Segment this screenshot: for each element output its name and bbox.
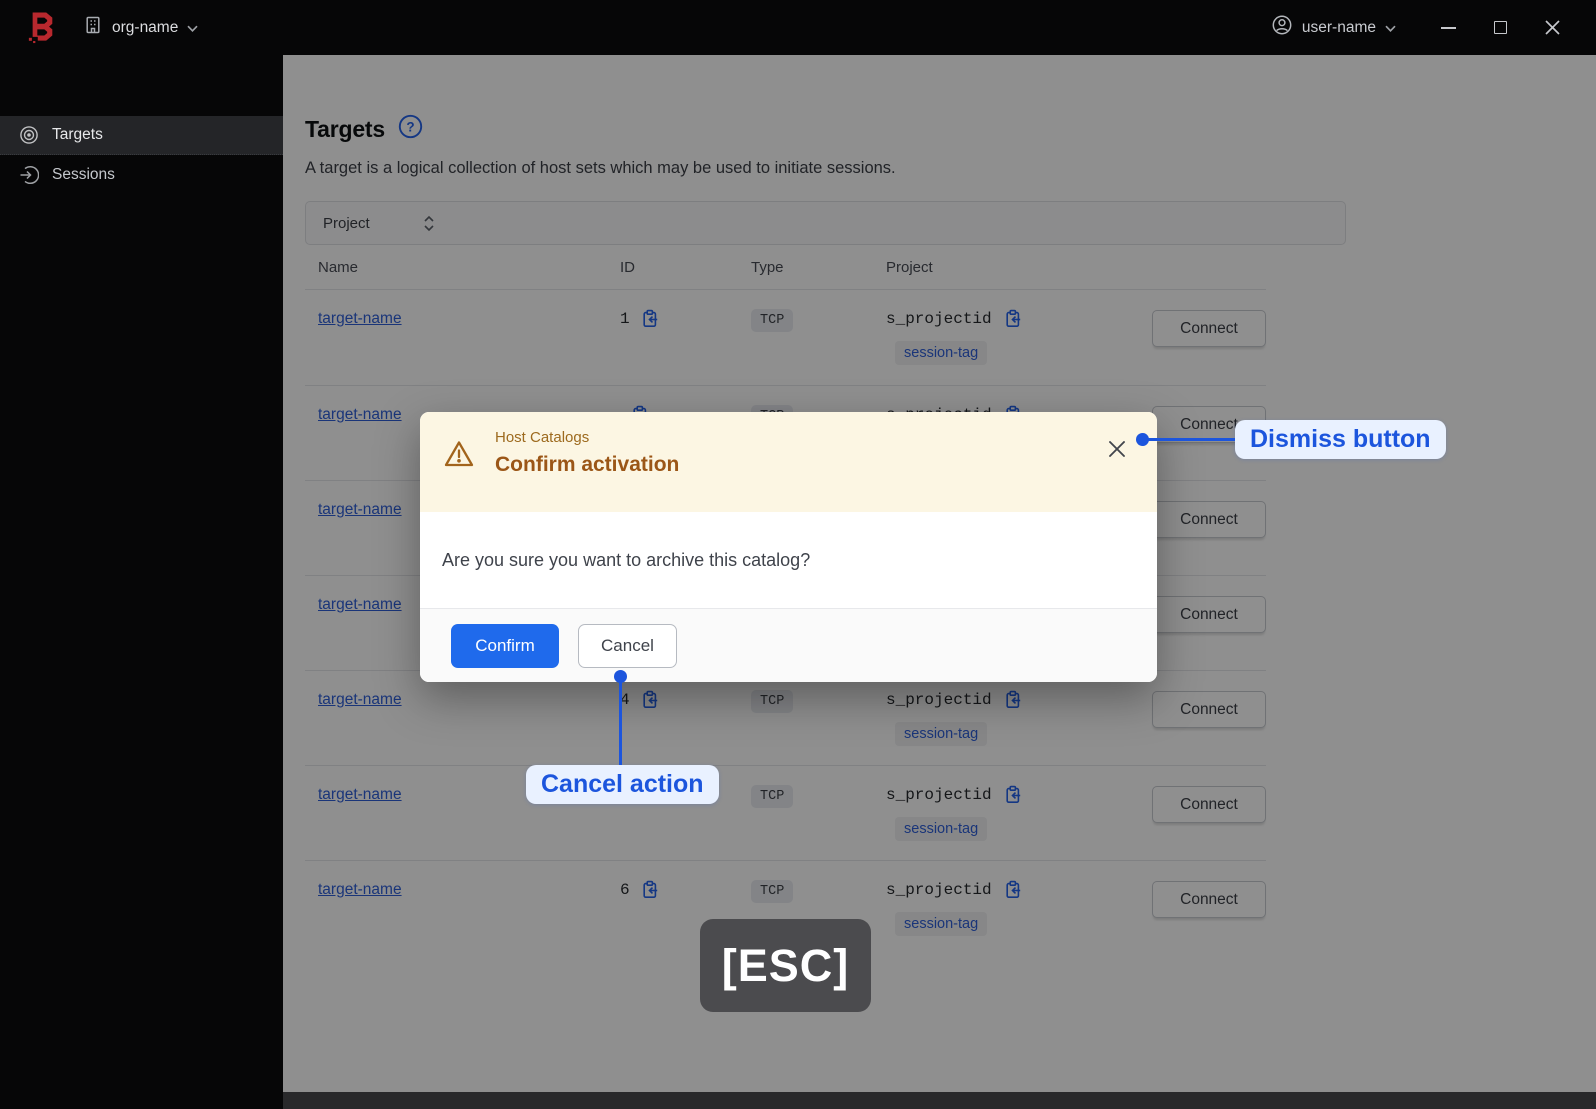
close-window-button[interactable] — [1526, 8, 1578, 48]
titlebar: org-name user-name — [0, 0, 1596, 55]
dismiss-annotation-line — [1146, 437, 1235, 441]
maximize-button[interactable] — [1474, 8, 1526, 48]
dismiss-annotation-label: Dismiss button — [1235, 420, 1446, 459]
minimize-button[interactable] — [1422, 8, 1474, 48]
dialog-message: Are you sure you want to archive this ca… — [420, 512, 1157, 608]
app-window: org-name user-name Targets Sessions Targ… — [0, 0, 1596, 1109]
chevron-down-icon — [187, 19, 198, 37]
target-icon — [20, 126, 38, 144]
sidebar-item-label: Sessions — [52, 165, 115, 183]
dialog-footer: Confirm Cancel — [420, 608, 1157, 682]
close-icon — [1544, 20, 1560, 35]
building-icon — [83, 15, 103, 40]
confirm-button[interactable]: Confirm — [451, 623, 559, 668]
dialog-eyebrow: Host Catalogs — [495, 429, 590, 446]
window-controls — [1422, 8, 1578, 48]
user-menu[interactable]: user-name — [1271, 14, 1396, 41]
cancel-annotation-line — [618, 680, 622, 766]
maximize-icon — [1493, 21, 1507, 34]
session-enter-arrow-icon — [20, 165, 39, 184]
org-switcher[interactable]: org-name — [83, 15, 198, 40]
chevron-down-icon — [1385, 19, 1396, 37]
user-circle-icon — [1271, 14, 1293, 41]
close-icon — [1109, 441, 1125, 457]
sidebar-item-label: Targets — [52, 126, 103, 143]
dialog-close-button[interactable] — [1106, 438, 1128, 460]
dialog-header: Host Catalogs Confirm activation — [420, 412, 1157, 512]
sidebar-item-targets[interactable]: Targets — [0, 116, 283, 155]
org-name-label: org-name — [112, 18, 179, 36]
cancel-button[interactable]: Cancel — [578, 623, 677, 668]
warning-triangle-icon — [443, 438, 475, 512]
esc-key-badge: [ESC] — [700, 919, 871, 1012]
boundary-logo-icon — [27, 11, 57, 44]
sidebar: Targets Sessions — [0, 55, 283, 1109]
sidebar-item-sessions[interactable]: Sessions — [0, 155, 283, 194]
cancel-annotation-label: Cancel action — [526, 765, 719, 804]
user-name-label: user-name — [1301, 18, 1376, 36]
minimize-icon — [1440, 26, 1456, 29]
dialog-title: Confirm activation — [495, 453, 680, 476]
confirm-dialog: Host Catalogs Confirm activation Are you… — [420, 412, 1157, 682]
